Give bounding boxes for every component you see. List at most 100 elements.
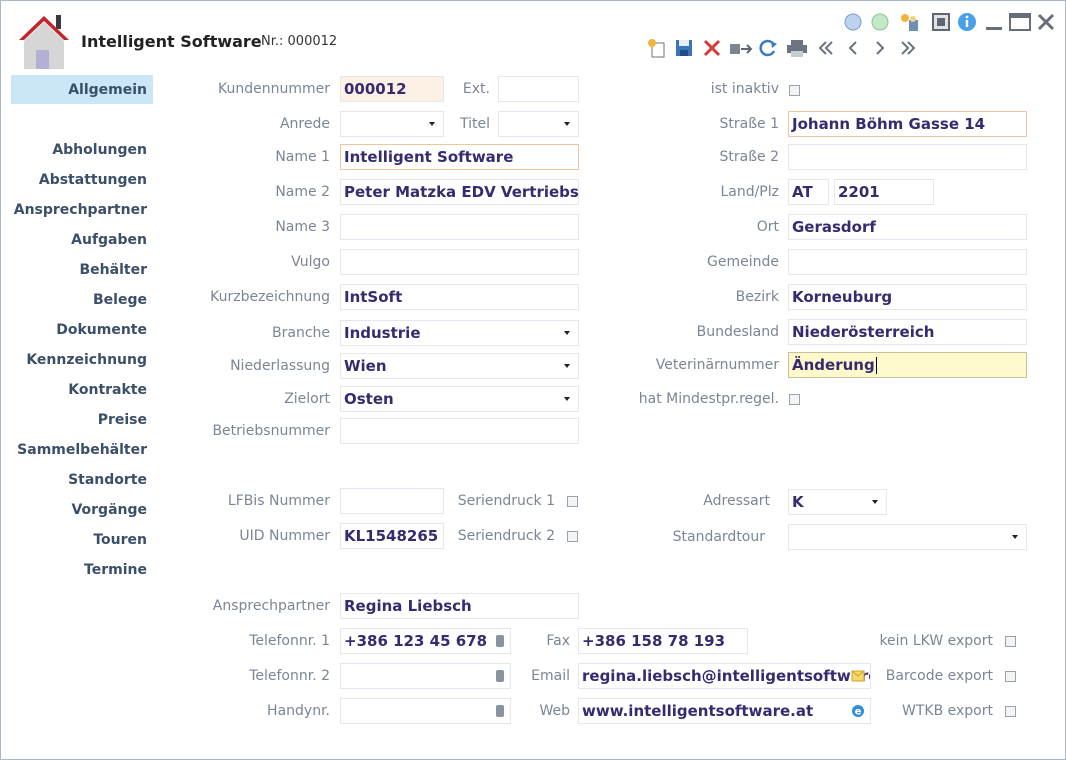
anrede-select[interactable]: [340, 111, 444, 137]
email-value: regina.liebsch@intelligentsoftware: [582, 667, 871, 685]
next-icon[interactable]: [869, 37, 891, 59]
label-strasse2: Straße 2: [719, 149, 780, 165]
zielort-select[interactable]: Osten: [340, 386, 579, 412]
label-ansprechpartner: Ansprechpartner: [212, 598, 330, 614]
label-seriendruck1: Seriendruck 1: [457, 493, 555, 509]
mail-icon[interactable]: [851, 670, 865, 682]
new-user-icon[interactable]: [897, 11, 921, 33]
gemeinde-field[interactable]: [788, 249, 1027, 275]
label-ist-inaktiv: ist inaktiv: [710, 81, 779, 97]
nav-item-standorte[interactable]: Standorte: [68, 472, 147, 488]
minimize-icon[interactable]: [983, 12, 1005, 32]
plz-field[interactable]: 2201: [834, 179, 934, 205]
nav-item-belege[interactable]: Belege: [93, 292, 147, 308]
standardtour-select[interactable]: [788, 524, 1027, 550]
label-uid: UID Nummer: [239, 528, 330, 544]
nav-item-termine[interactable]: Termine: [84, 562, 147, 578]
nav-item-touren[interactable]: Touren: [93, 532, 147, 548]
mindestpr-checkbox[interactable]: [789, 394, 800, 405]
label-kein-lkw: kein LKW export: [879, 633, 993, 649]
last-icon[interactable]: [897, 37, 919, 59]
phone-icon[interactable]: [495, 634, 505, 648]
uid-field[interactable]: KL1548265: [340, 523, 444, 549]
lfbis-field[interactable]: [340, 488, 444, 514]
phone-icon[interactable]: [495, 704, 505, 718]
print-icon[interactable]: [785, 37, 809, 59]
niederlassung-select[interactable]: Wien: [340, 353, 579, 379]
label-kurzbezeichnung: Kurzbezeichnung: [210, 289, 330, 305]
save-icon[interactable]: [673, 37, 695, 59]
label-branche: Branche: [272, 325, 330, 341]
nav-item-sammelbehaelter[interactable]: Sammelbehälter: [17, 442, 147, 458]
seriendruck2-checkbox[interactable]: [567, 531, 578, 542]
bundesland-field[interactable]: Niederösterreich: [788, 319, 1027, 345]
info-icon[interactable]: [956, 11, 978, 33]
kein-lkw-checkbox[interactable]: [1005, 636, 1016, 647]
name3-field[interactable]: [340, 214, 579, 240]
web-field[interactable]: www.intelligentsoftware.at e: [578, 698, 871, 724]
nav-item-abstattungen[interactable]: Abstattungen: [39, 172, 147, 188]
name1-field[interactable]: Intelligent Software: [340, 144, 579, 170]
home-icon[interactable]: [15, 13, 73, 71]
nav-item-kontrakte[interactable]: Kontrakte: [68, 382, 147, 398]
nav-item-abholungen[interactable]: Abholungen: [52, 142, 147, 158]
kurzbezeichnung-field[interactable]: IntSoft: [340, 284, 579, 310]
nav-item-behaelter[interactable]: Behälter: [80, 262, 147, 278]
label-bundesland: Bundesland: [696, 324, 779, 340]
label-ort: Ort: [756, 219, 779, 235]
nav-item-dokumente[interactable]: Dokumente: [56, 322, 147, 338]
label-web: Web: [539, 703, 570, 719]
telefon2-field[interactable]: [340, 663, 511, 689]
ort-field[interactable]: Gerasdorf: [788, 214, 1027, 240]
close-icon[interactable]: [1035, 11, 1057, 33]
customer-window: Intelligent Software Nr.: 000012 Allgeme…: [0, 0, 1066, 760]
ist-inaktiv-checkbox[interactable]: [789, 85, 800, 96]
nav-item-ansprechpartner[interactable]: Ansprechpartner: [14, 202, 147, 218]
restore-icon[interactable]: [931, 12, 951, 32]
bezirk-field[interactable]: Korneuburg: [788, 284, 1027, 310]
branche-select[interactable]: Industrie: [340, 320, 579, 346]
ext-field[interactable]: [498, 76, 579, 102]
nav-item-allgemein[interactable]: Allgemein: [68, 82, 147, 98]
nav-item-aufgaben[interactable]: Aufgaben: [71, 232, 147, 248]
nav-item-kennzeichnung[interactable]: Kennzeichnung: [26, 352, 147, 368]
vulgo-field[interactable]: [340, 249, 579, 275]
prev-icon[interactable]: [842, 37, 864, 59]
label-ext: Ext.: [462, 81, 490, 97]
seriendruck1-checkbox[interactable]: [567, 496, 578, 507]
kundennummer-field[interactable]: 000012: [340, 76, 444, 102]
first-icon[interactable]: [815, 37, 837, 59]
fax-field[interactable]: +386 158 78 193: [578, 628, 748, 654]
name2-field[interactable]: Peter Matzka EDV Vertriebs KG: [340, 179, 579, 205]
adressart-select[interactable]: K: [788, 489, 887, 515]
barcode-checkbox[interactable]: [1005, 671, 1016, 682]
label-fax: Fax: [546, 633, 570, 649]
browser-icon[interactable]: e: [851, 704, 865, 718]
phone-icon[interactable]: [495, 669, 505, 683]
label-name1: Name 1: [275, 149, 330, 165]
telefon1-field[interactable]: +386 123 45 678: [340, 628, 511, 654]
land-field[interactable]: AT: [788, 179, 829, 205]
nav-item-vorgaenge[interactable]: Vorgänge: [71, 502, 147, 518]
circle-blue-icon[interactable]: [843, 12, 863, 32]
strasse2-field[interactable]: [788, 144, 1027, 170]
label-seriendruck2: Seriendruck 2: [457, 528, 555, 544]
handy-field[interactable]: [340, 698, 511, 724]
email-field[interactable]: regina.liebsch@intelligentsoftware: [578, 663, 871, 689]
label-name3: Name 3: [275, 219, 330, 235]
strasse1-field[interactable]: Johann Böhm Gasse 14: [788, 111, 1027, 137]
transfer-icon[interactable]: [728, 37, 754, 59]
delete-icon[interactable]: [701, 37, 723, 59]
betriebsnummer-field[interactable]: [340, 418, 579, 444]
label-email: Email: [531, 668, 570, 684]
niederlassung-value: Wien: [344, 357, 387, 375]
titel-select[interactable]: [498, 111, 579, 137]
circle-green-icon[interactable]: [870, 12, 890, 32]
maximize-icon[interactable]: [1009, 11, 1031, 33]
nav-item-preise[interactable]: Preise: [98, 412, 147, 428]
veterinaernummer-field[interactable]: Änderung: [788, 352, 1027, 378]
refresh-icon[interactable]: [757, 37, 779, 59]
wtkb-checkbox[interactable]: [1005, 706, 1016, 717]
ansprechpartner-field[interactable]: Regina Liebsch: [340, 593, 579, 619]
new-document-icon[interactable]: [646, 37, 668, 59]
